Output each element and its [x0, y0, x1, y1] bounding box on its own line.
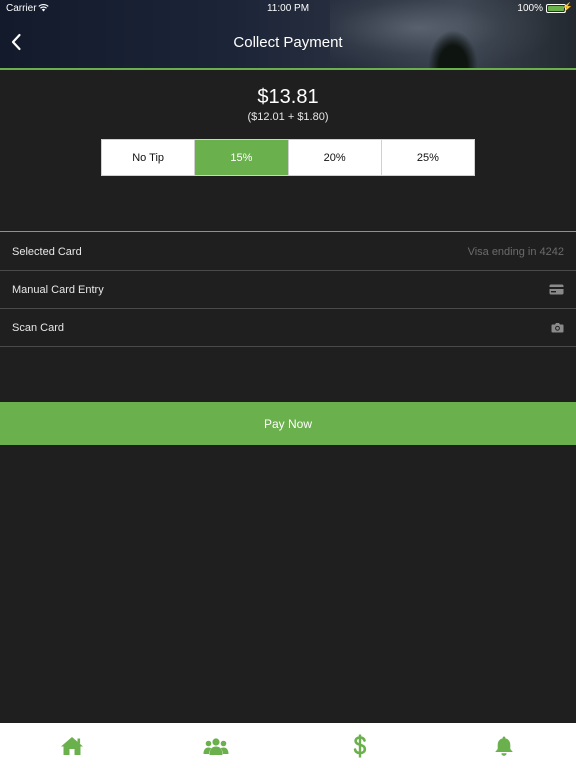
tip-option-20[interactable]: 20% — [288, 140, 382, 175]
pay-now-button[interactable]: Pay Now — [0, 402, 576, 445]
credit-card-icon — [549, 284, 564, 295]
tab-bar — [0, 723, 576, 768]
camera-icon — [551, 322, 564, 333]
dollar-icon — [353, 734, 367, 757]
tip-selector: No Tip 15% 20% 25% — [101, 139, 475, 176]
scan-card-row[interactable]: Scan Card — [0, 309, 576, 347]
selected-card-row[interactable]: Selected Card Visa ending in 4242 — [0, 233, 576, 271]
bell-icon — [495, 736, 513, 756]
scan-card-label: Scan Card — [12, 321, 64, 334]
group-icon — [203, 737, 229, 755]
selected-card-value: Visa ending in 4242 — [467, 245, 564, 258]
amount-section: $13.81 ($12.01 + $1.80) No Tip 15% 20% 2… — [0, 70, 576, 232]
amount-breakdown: ($12.01 + $1.80) — [247, 111, 329, 123]
tip-option-no-tip[interactable]: No Tip — [102, 140, 196, 175]
header: Carrier 11:00 PM 100% ⚡ Collect Payment — [0, 0, 576, 70]
total-amount: $13.81 — [257, 86, 319, 108]
status-bar: Carrier 11:00 PM 100% ⚡ — [0, 0, 576, 16]
tip-option-25[interactable]: 25% — [381, 140, 474, 175]
status-time: 11:00 PM — [266, 3, 310, 14]
battery-percentage: 100% — [517, 3, 543, 14]
selected-card-label: Selected Card — [12, 245, 82, 258]
charging-icon: ⚡ — [561, 2, 573, 12]
tab-payments[interactable] — [288, 723, 432, 768]
tab-notifications[interactable] — [432, 723, 576, 768]
manual-card-entry-row[interactable]: Manual Card Entry — [0, 271, 576, 309]
tab-home[interactable] — [0, 723, 144, 768]
manual-card-entry-label: Manual Card Entry — [12, 283, 104, 296]
tab-clients[interactable] — [144, 723, 288, 768]
home-icon — [61, 736, 83, 755]
tip-option-15[interactable]: 15% — [195, 140, 289, 175]
page-title: Collect Payment — [233, 34, 343, 51]
